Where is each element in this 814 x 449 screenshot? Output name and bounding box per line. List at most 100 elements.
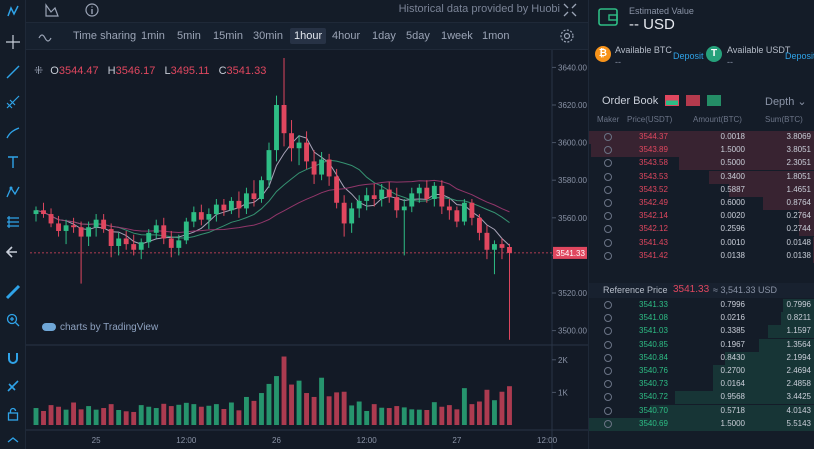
orderbook-row[interactable]: 3540.70 0.5718 4.0143 [589,404,814,418]
book-asks-icon[interactable] [686,95,700,106]
orderbook-row[interactable]: 3541.43 0.0010 0.0148 [589,236,814,250]
candle-body [146,232,152,243]
maker-icon [604,185,612,194]
expand-icon[interactable] [5,432,21,448]
orderbook-row[interactable]: 3544.37 0.0018 3.8069 [589,131,814,144]
interval-30min[interactable]: 30min [253,30,283,42]
row-amount: 1.5000 [720,145,745,155]
deposit-btc-link[interactable]: Deposit [673,51,704,61]
candle-body [243,193,249,209]
volume-bar [424,410,430,425]
interval-15min[interactable]: 15min [213,30,243,42]
zoom-icon[interactable] [5,312,21,328]
volume-bar [116,410,122,425]
volume-bar [183,402,189,425]
book-bids-icon[interactable] [707,95,721,106]
lock-icon[interactable] [5,406,21,422]
tradingview-attribution[interactable]: charts by TradingView [42,322,158,333]
close-value: 3541.33 [226,65,267,77]
brush-icon[interactable] [5,124,21,140]
trendline-icon[interactable] [5,64,21,80]
fullscreen-icon[interactable] [562,2,578,18]
orderbook-row[interactable]: 3541.42 0.0138 0.0138 [589,249,814,263]
available-usdt-label: Available USDT [727,45,791,55]
ruler-icon[interactable] [5,284,21,300]
deposit-usdt-link[interactable]: Deposit [785,51,814,61]
volume-bar [259,393,264,425]
orderbook-row[interactable]: 3541.33 0.7996 0.7996 [589,299,814,312]
row-amount: 0.6000 [720,197,745,207]
interval-5day[interactable]: 5day [406,30,430,42]
orderbook-row[interactable]: 3540.76 0.2700 2.4694 [589,364,814,378]
orderbook-row[interactable]: 3541.03 0.3385 1.1597 [589,325,814,339]
row-price: 3540.72 [639,392,668,402]
maker-icon [604,238,612,247]
interval-1mon[interactable]: 1mon [482,30,510,42]
candle-body [236,200,242,209]
candle-body [424,187,430,199]
orderbook-row[interactable]: 3542.49 0.6000 0.8764 [589,196,814,210]
interval-4hour[interactable]: 4hour [332,30,360,42]
orderbook-row[interactable]: 3543.58 0.5000 2.3051 [589,157,814,171]
price-tick-label: 3580.00 [558,176,587,185]
interval-1min[interactable]: 1min [141,30,165,42]
volume-bar [176,404,182,425]
row-sum: 0.8764 [786,197,811,207]
back-arrow-icon[interactable] [5,244,21,260]
maker-icon [604,340,612,349]
pattern-icon[interactable] [5,184,21,200]
row-price: 3540.85 [639,339,668,349]
maker-icon [604,251,612,260]
candle-body [364,195,370,201]
orderbook-row[interactable]: 3540.73 0.0164 2.4858 [589,378,814,392]
time-tick-label: 25 [92,436,101,445]
price-chart[interactable]: 3640.003620.003600.003580.003560.003540.… [26,50,588,449]
candle-style-icon[interactable] [5,4,21,20]
orderbook-row[interactable]: 3542.12 0.2596 0.2744 [589,223,814,237]
orderbook-row[interactable]: 3543.52 0.5887 1.4651 [589,183,814,197]
depth-select[interactable]: Depth ⌄ [765,95,807,108]
info-icon[interactable] [84,2,100,18]
candle-body [259,180,264,199]
orderbook-row[interactable]: 3543.53 0.3400 1.8051 [589,170,814,184]
right-panel: Estimated Value -- USD ₿ Available BTC -… [588,0,814,449]
row-amount: 0.5000 [720,158,745,168]
row-amount: 0.9568 [720,392,745,402]
orderbook-row[interactable]: 3543.89 1.5000 3.8051 [589,144,814,158]
interval-1week[interactable]: 1week [441,30,473,42]
volume-bar [251,400,257,425]
text-icon[interactable] [5,154,21,170]
area-chart-icon[interactable] [44,2,60,18]
orderbook-row[interactable]: 3540.85 0.1967 1.3564 [589,338,814,352]
candle-body [356,200,362,209]
orderbook-row[interactable]: 3540.69 1.5000 5.5143 [589,417,814,431]
wave-icon[interactable] [38,28,54,44]
volume-bar [416,409,422,425]
crosshair-icon[interactable] [5,34,21,50]
row-price: 3544.37 [639,132,668,141]
book-both-icon[interactable] [665,95,679,106]
measure-icon[interactable] [5,214,21,230]
row-sum: 0.0148 [786,237,811,247]
magnet-icon[interactable] [5,350,21,366]
chart-canvas[interactable]: 3640.003620.003600.003580.003560.003540.… [26,50,588,449]
orderbook-row[interactable]: 3540.84 0.8430 2.1994 [589,351,814,365]
interval-5min[interactable]: 5min [177,30,201,42]
candle-body [161,225,167,239]
orderbook-row[interactable]: 3541.08 0.0216 0.8211 [589,312,814,326]
interval-1day[interactable]: 1day [372,30,396,42]
orderbook-row[interactable]: 3542.14 0.0020 0.2764 [589,210,814,224]
interval-1hour[interactable]: 1hour [290,28,327,44]
high-value: 3546.17 [115,65,156,77]
volume-bar [101,408,107,425]
lock-draw-icon[interactable] [5,378,21,394]
candle-body [71,225,77,228]
ohlc-legend: ⁜ O3544.47 H3546.17 L3495.11 C3541.33 [34,64,272,77]
interval-time-sharing[interactable]: Time sharing [73,30,136,42]
orderbook-row[interactable]: 3540.72 0.9568 3.4425 [589,391,814,405]
settings-gear-icon[interactable] [559,28,575,44]
ohlc-menu-icon[interactable]: ⁜ [34,65,43,77]
fib-icon[interactable] [5,94,21,110]
volume-bar [379,407,385,425]
candle-body [176,240,182,248]
